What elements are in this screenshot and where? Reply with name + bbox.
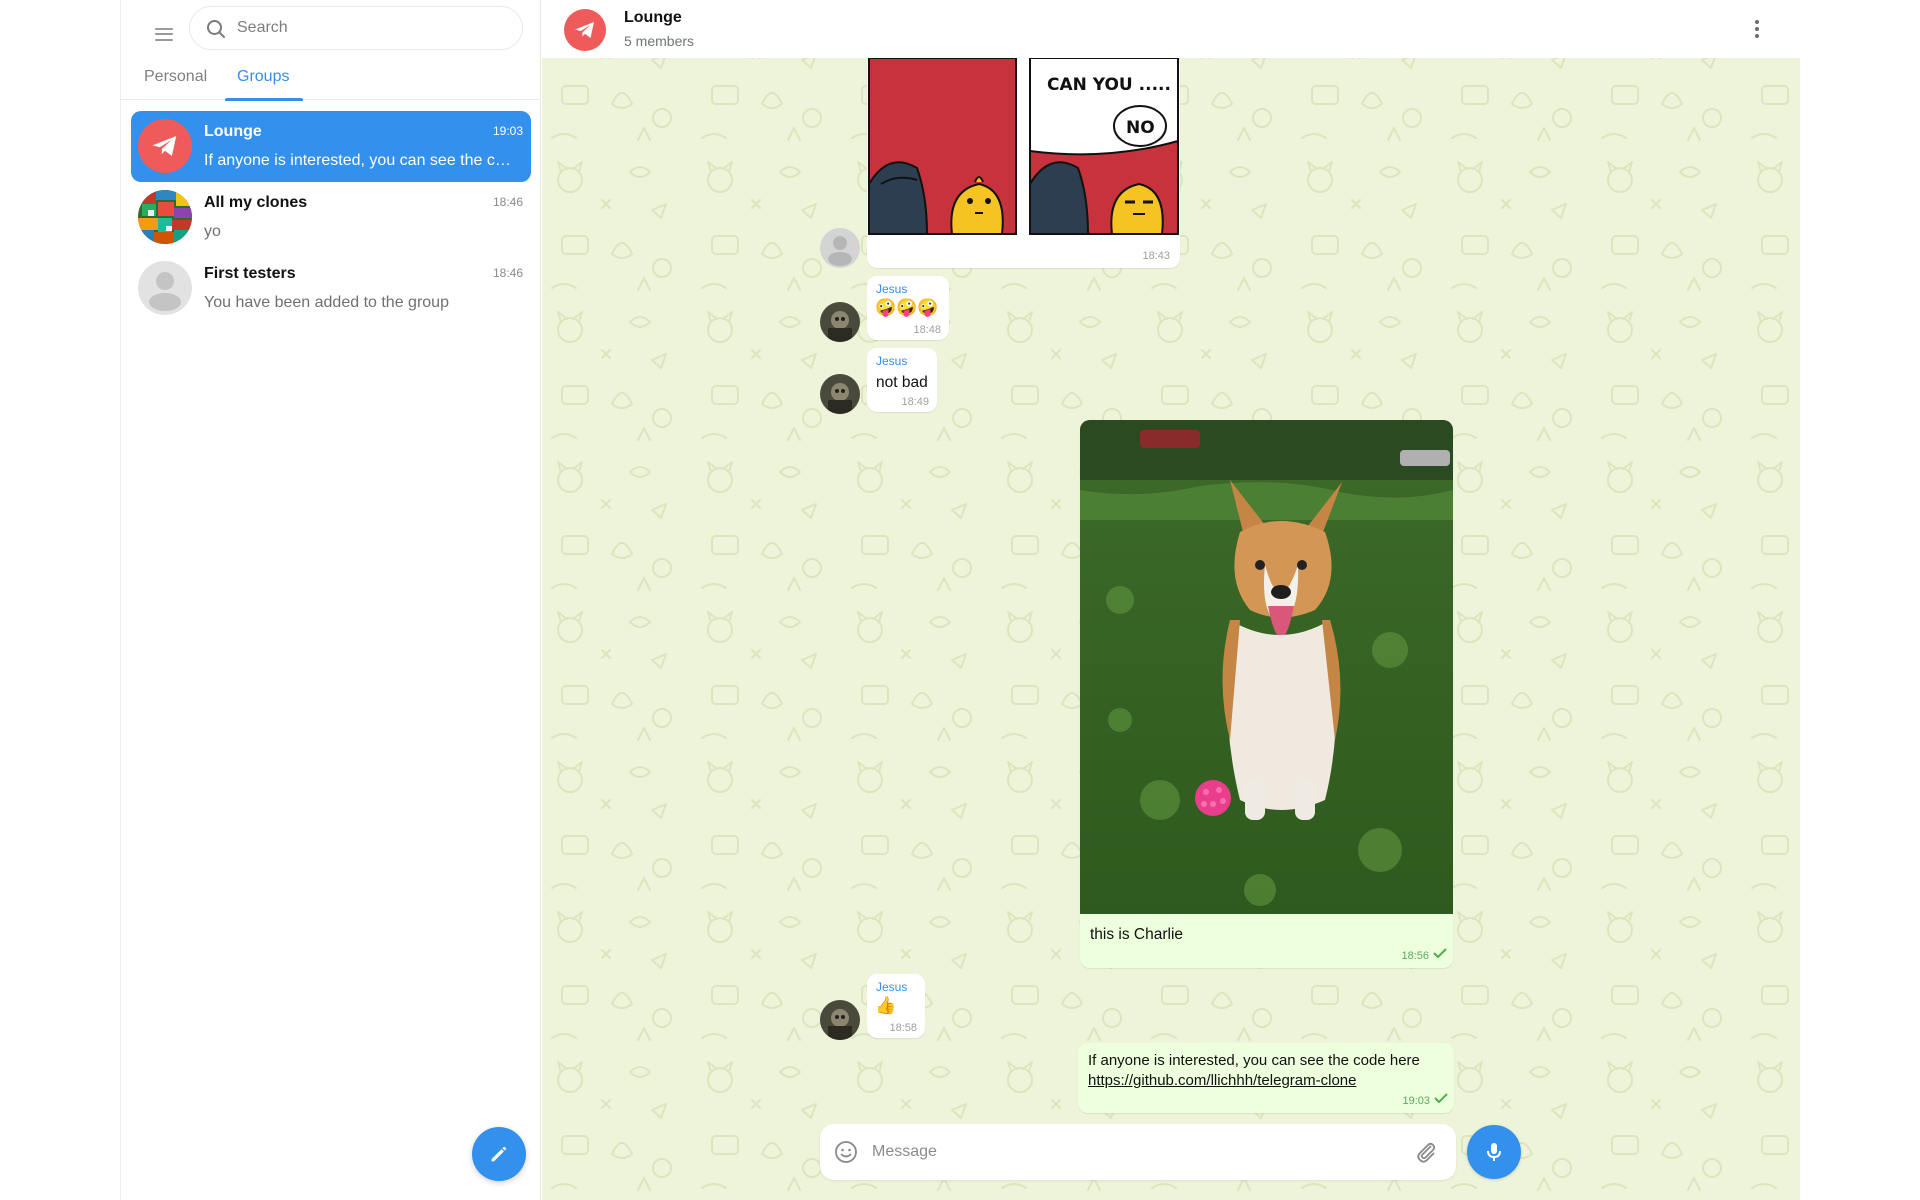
message-composer bbox=[820, 1124, 1456, 1180]
dog-photo bbox=[1080, 420, 1453, 914]
user-photo-icon bbox=[820, 374, 860, 414]
message-link[interactable]: https://github.com/llichhh/telegram-clon… bbox=[1088, 1072, 1356, 1089]
menu-icon bbox=[155, 27, 173, 41]
message-text: 🤪🤪🤪 bbox=[875, 298, 939, 318]
message-input[interactable] bbox=[872, 1124, 1392, 1180]
message-time: 18:58 bbox=[889, 1022, 917, 1034]
avatar bbox=[138, 261, 192, 315]
photo-caption: this is Charlie bbox=[1090, 926, 1184, 943]
mic-icon bbox=[1487, 1143, 1501, 1161]
avatar-jesus[interactable] bbox=[820, 374, 860, 414]
text-message[interactable]: Jesus not bad 18:49 bbox=[867, 348, 937, 412]
read-check-icon bbox=[1434, 1093, 1448, 1103]
chat-area: Lounge 5 members CAN YOU ..... NO 18:43 … bbox=[542, 0, 1800, 1200]
user-photo-icon bbox=[820, 1000, 860, 1040]
chat-time: 18:46 bbox=[492, 195, 523, 209]
text-message[interactable]: Jesus 🤪🤪🤪 18:48 bbox=[867, 276, 949, 340]
more-button[interactable] bbox=[1744, 16, 1770, 42]
comic-image: CAN YOU ..... NO bbox=[868, 57, 1179, 235]
compose-icon bbox=[491, 1146, 507, 1162]
chat-title: All my clones bbox=[204, 194, 308, 211]
read-check-icon bbox=[1433, 948, 1447, 958]
message-time: 18:43 bbox=[1142, 250, 1170, 262]
avatar bbox=[138, 119, 192, 173]
sender-name: Jesus bbox=[876, 282, 908, 296]
avatar bbox=[138, 190, 192, 244]
chat-time: 18:46 bbox=[492, 266, 523, 280]
attach-icon[interactable] bbox=[1414, 1140, 1438, 1164]
search-box[interactable] bbox=[189, 6, 523, 50]
chat-item-first-testers[interactable]: First testers 18:46 You have been added … bbox=[131, 253, 531, 324]
chat-preview: You have been added to the group bbox=[204, 294, 449, 311]
comic-text-1: CAN YOU ..... bbox=[1047, 75, 1171, 95]
chat-list: Lounge 19:03 If anyone is interested, yo… bbox=[131, 111, 531, 324]
text-message[interactable]: If anyone is interested, you can see the… bbox=[1078, 1043, 1454, 1113]
message-time: 19:03 bbox=[1402, 1095, 1430, 1107]
chat-preview: If anyone is interested, you can see the… bbox=[204, 152, 514, 169]
message-text: If anyone is interested, you can see the… bbox=[1088, 1052, 1420, 1069]
comic-text-2: NO bbox=[1126, 118, 1155, 138]
photo-message[interactable]: this is Charlie 18:56 bbox=[1080, 420, 1453, 968]
message-time: 18:48 bbox=[913, 324, 941, 336]
message-text: not bad bbox=[876, 374, 928, 391]
chat-item-all-my-clones[interactable]: All my clones 18:46 yo bbox=[131, 182, 531, 253]
menu-button[interactable] bbox=[144, 14, 184, 54]
chat-item-lounge[interactable]: Lounge 19:03 If anyone is interested, yo… bbox=[131, 111, 531, 182]
folder-tabs: Personal Groups bbox=[121, 62, 541, 101]
chat-preview: yo bbox=[204, 223, 221, 240]
chat-member-count: 5 members bbox=[624, 33, 695, 49]
chat-title: Lounge bbox=[624, 9, 682, 26]
tab-groups[interactable]: Groups bbox=[224, 68, 305, 101]
sender-name: Jesus bbox=[876, 354, 908, 368]
search-input[interactable] bbox=[237, 7, 507, 49]
chat-title: First testers bbox=[204, 265, 296, 282]
default-person-icon bbox=[149, 272, 181, 311]
emoji-icon[interactable] bbox=[834, 1140, 858, 1164]
chat-time: 19:03 bbox=[492, 124, 523, 138]
user-photo-icon bbox=[820, 302, 860, 342]
sidebar: Personal Groups Lounge 19:03 If anyone i… bbox=[120, 0, 541, 1200]
colorful-image-icon bbox=[138, 190, 192, 244]
avatar-jesus[interactable] bbox=[820, 1000, 860, 1040]
tab-personal[interactable]: Personal bbox=[144, 68, 207, 96]
message-time: 18:56 bbox=[1401, 950, 1429, 962]
chat-avatar[interactable] bbox=[564, 9, 606, 51]
telegram-logo-icon bbox=[575, 22, 594, 38]
default-person-icon bbox=[828, 236, 852, 266]
text-message[interactable]: Jesus 👍 18:58 bbox=[867, 974, 925, 1038]
avatar[interactable] bbox=[820, 228, 860, 268]
sender-name: Jesus bbox=[876, 980, 908, 994]
message-time: 18:49 bbox=[901, 396, 929, 408]
image-message[interactable]: CAN YOU ..... NO 18:43 bbox=[867, 56, 1180, 268]
voice-record-button[interactable] bbox=[1467, 1125, 1521, 1179]
avatar-jesus[interactable] bbox=[820, 302, 860, 342]
telegram-logo-icon bbox=[152, 136, 177, 156]
chat-title: Lounge bbox=[204, 123, 262, 140]
compose-button[interactable] bbox=[472, 1127, 526, 1181]
search-icon bbox=[207, 20, 225, 38]
chat-header[interactable]: Lounge 5 members bbox=[542, 0, 1800, 58]
message-text: 👍 bbox=[875, 996, 897, 1016]
more-icon bbox=[1755, 20, 1759, 24]
